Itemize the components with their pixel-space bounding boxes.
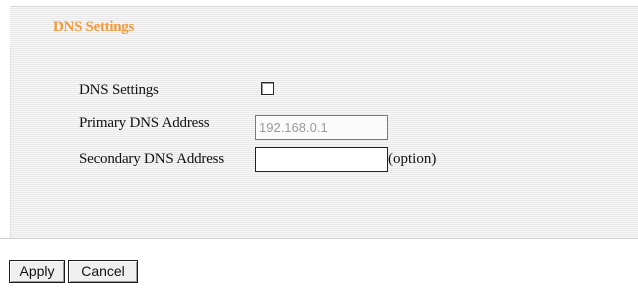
dns-settings-label: DNS Settings	[79, 82, 159, 98]
page-title: DNS Settings	[53, 19, 134, 35]
cancel-button[interactable]: Cancel	[68, 260, 138, 283]
button-bar: Apply Cancel	[0, 239, 638, 297]
primary-dns-field[interactable]: 192.168.0.1	[255, 115, 388, 140]
optional-hint: (option)	[388, 151, 437, 167]
primary-dns-label: Primary DNS Address	[79, 115, 210, 131]
dns-settings-form: DNS Settings Primary DNS Address 192.168…	[10, 47, 638, 238]
header-bar: DNS Settings	[10, 6, 638, 47]
secondary-dns-field[interactable]	[255, 147, 388, 172]
secondary-dns-label: Secondary DNS Address	[79, 151, 224, 167]
dns-settings-checkbox[interactable]	[261, 82, 274, 95]
apply-button[interactable]: Apply	[9, 260, 65, 283]
